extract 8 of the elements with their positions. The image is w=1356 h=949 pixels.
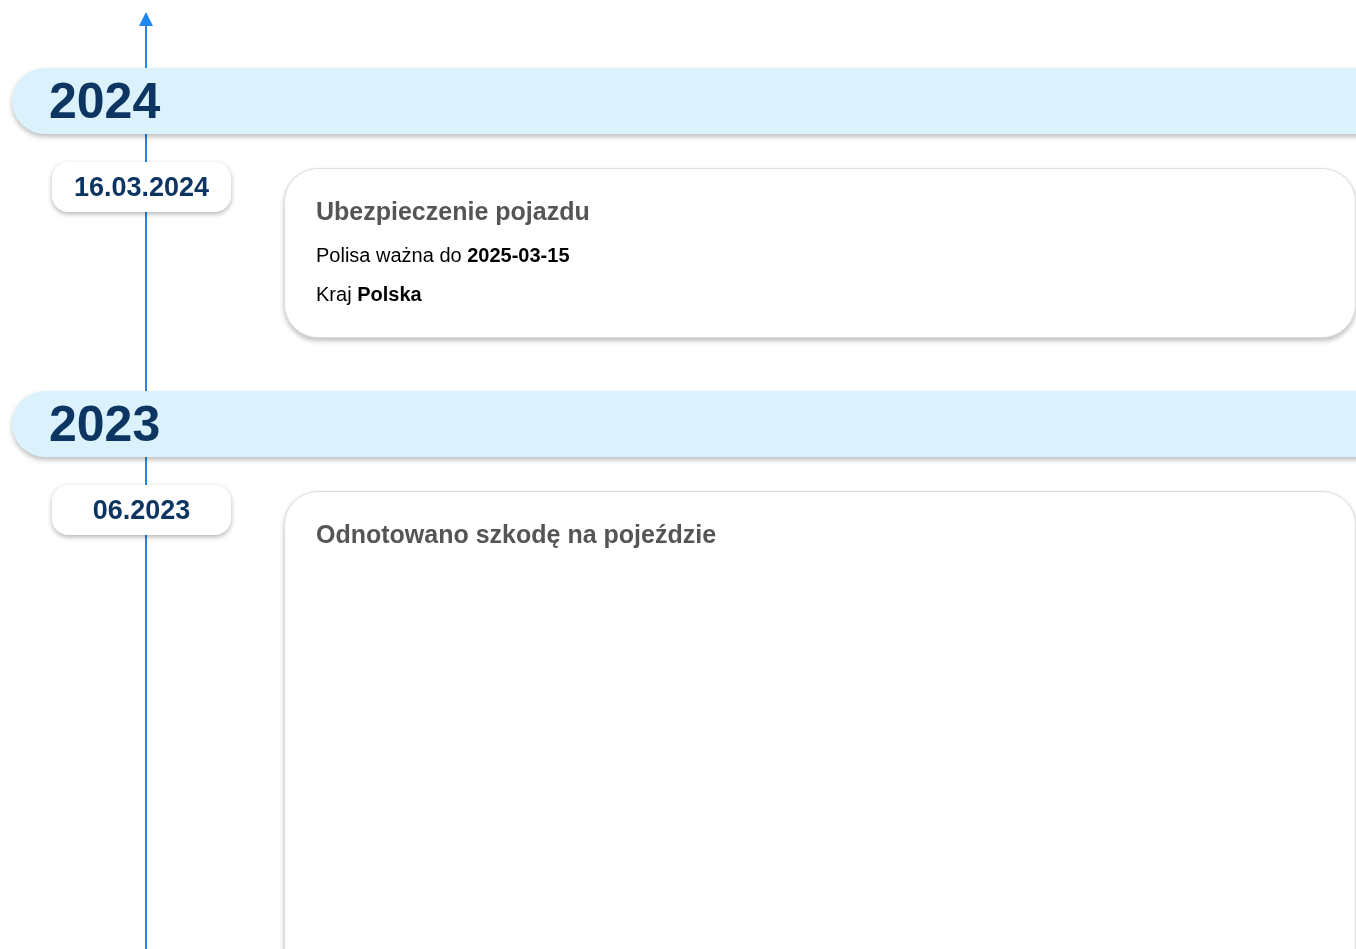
event-title: Ubezpieczenie pojazdu	[316, 197, 591, 226]
year-header: 2023	[12, 391, 1356, 457]
date-label: 16.03.2024	[52, 162, 231, 212]
event-detail: Polisa ważna do 2025-03-15	[316, 244, 571, 267]
event-detail: Kraj Polska	[316, 283, 423, 306]
date-label: 06.2023	[52, 485, 231, 535]
event-title: Odnotowano szkodę na pojeździe	[316, 520, 718, 549]
year-header: 2024	[12, 68, 1356, 134]
